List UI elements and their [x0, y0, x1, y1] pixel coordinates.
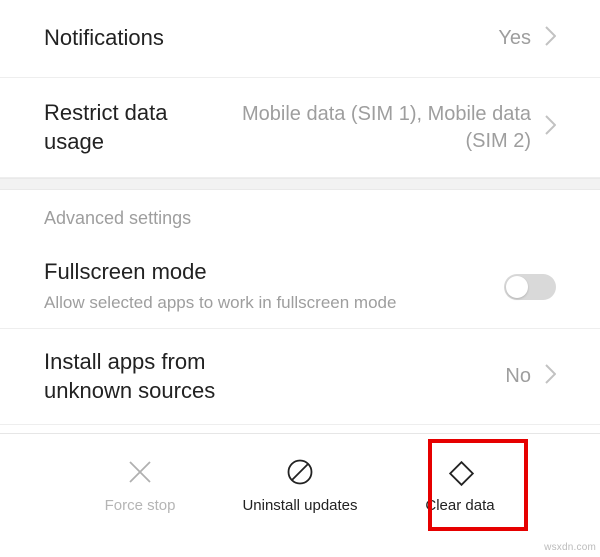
- close-icon: [123, 455, 157, 489]
- restrict-value: Mobile data (SIM 1), Mobile data (SIM 2): [229, 101, 531, 155]
- section-gap: [0, 178, 600, 190]
- row-restrict-data-usage[interactable]: Restrict data usage Mobile data (SIM 1),…: [0, 78, 600, 178]
- eraser-icon: [443, 455, 477, 489]
- restrict-label: Restrict data usage: [44, 99, 229, 156]
- install-label: Install apps from unknown sources: [44, 348, 274, 405]
- force-stop-button: Force stop: [60, 434, 220, 535]
- uninstall-updates-label: Uninstall updates: [242, 497, 357, 514]
- bottom-action-bar: Force stop Uninstall updates Clear data: [0, 433, 600, 535]
- fullscreen-label: Fullscreen mode: [44, 258, 494, 287]
- chevron-right-icon: [545, 26, 556, 51]
- row-install-unknown-sources[interactable]: Install apps from unknown sources No: [0, 329, 600, 425]
- notifications-value: Yes: [498, 25, 531, 52]
- fullscreen-toggle[interactable]: [504, 274, 556, 300]
- credit: wsxdn.com: [544, 542, 596, 553]
- clear-data-button[interactable]: Clear data: [380, 434, 540, 535]
- chevron-right-icon: [545, 364, 556, 389]
- clear-data-label: Clear data: [425, 497, 494, 514]
- section-header-advanced: Advanced settings: [0, 190, 600, 245]
- row-notifications[interactable]: Notifications Yes: [0, 0, 600, 78]
- fullscreen-subtitle: Allow selected apps to work in fullscree…: [44, 292, 494, 315]
- force-stop-label: Force stop: [105, 497, 176, 514]
- row-fullscreen-mode[interactable]: Fullscreen mode Allow selected apps to w…: [0, 245, 600, 329]
- chevron-right-icon: [545, 115, 556, 140]
- notifications-label: Notifications: [44, 24, 498, 53]
- install-value: No: [505, 363, 531, 390]
- uninstall-updates-button[interactable]: Uninstall updates: [220, 434, 380, 535]
- toggle-knob: [506, 276, 528, 298]
- prohibit-icon: [283, 455, 317, 489]
